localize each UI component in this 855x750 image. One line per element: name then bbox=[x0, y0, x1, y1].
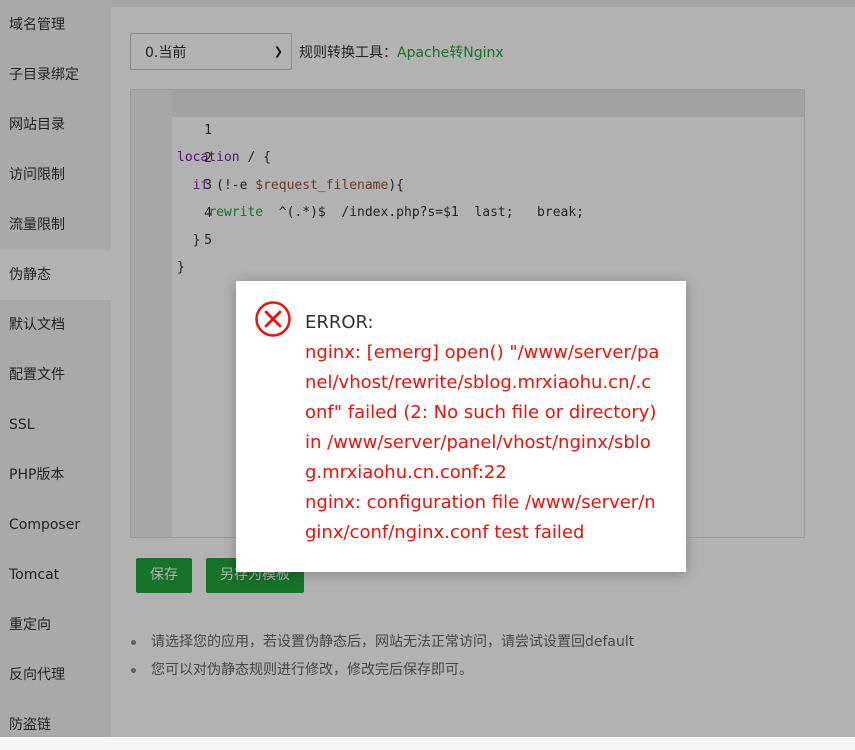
error-message: ERROR: nginx: [emerg] open() "/www/serve… bbox=[305, 308, 661, 548]
error-line-1: nginx: [emerg] open() "/www/server/panel… bbox=[305, 342, 660, 483]
error-circle-icon bbox=[254, 300, 292, 338]
error-line-2: nginx: configuration file /www/server/ng… bbox=[305, 492, 656, 543]
error-title: ERROR: bbox=[305, 312, 374, 333]
error-dialog: ERROR: nginx: [emerg] open() "/www/serve… bbox=[236, 281, 686, 572]
